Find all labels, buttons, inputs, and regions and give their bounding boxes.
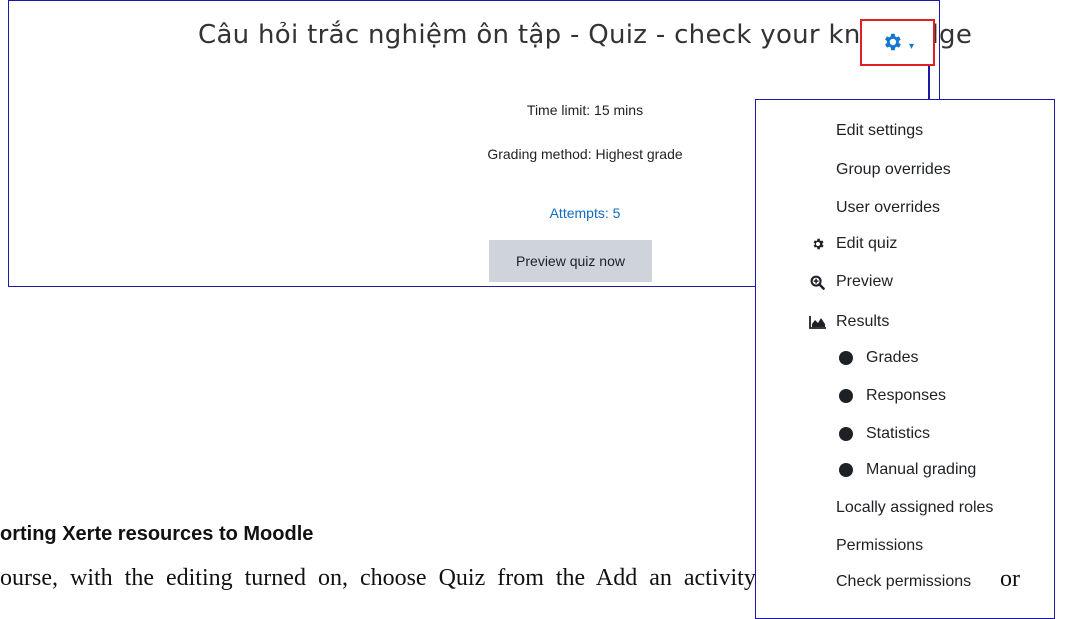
attempts-link[interactable]: Attempts: 5 [550, 205, 621, 221]
menu-item-edit-settings[interactable]: Edit settings [756, 116, 1056, 146]
body-paragraph-overflow: or [1000, 566, 1020, 592]
menu-item-group-overrides[interactable]: Group overrides [756, 155, 1056, 185]
menu-item-permissions[interactable]: Permissions [756, 531, 1056, 561]
bullet-icon [839, 389, 853, 403]
menu-item-label: Edit quiz [836, 235, 898, 252]
time-limit: Time limit: 15 mins [526, 102, 644, 118]
quiz-title: Câu hỏi trắc nghiệm ôn tập - Quiz - chec… [198, 20, 973, 50]
menu-item-label: Permissions [836, 537, 924, 554]
bullet-icon [839, 463, 853, 477]
menu-item-user-overrides[interactable]: User overrides [756, 193, 1056, 223]
menu-item-label: Check permissions [836, 573, 972, 590]
area-chart-icon [809, 316, 826, 329]
menu-item-label: Grades [866, 349, 919, 366]
menu-item-label: Group overrides [836, 161, 951, 178]
menu-item-label: Responses [866, 387, 947, 404]
preview-quiz-button[interactable]: Preview quiz now [489, 240, 652, 282]
menu-item-label: Locally assigned roles [836, 499, 994, 516]
menu-item-locally-assigned-roles[interactable]: Locally assigned roles [756, 493, 1056, 523]
menu-item-manual-grading[interactable]: Manual grading [756, 455, 1056, 485]
attempts-wrapper: Attempts: 5 [370, 205, 800, 221]
menu-item-preview[interactable]: Preview [756, 267, 1056, 297]
menu-item-label: Statistics [866, 425, 931, 442]
grading-method: Grading method: Highest grade [487, 146, 683, 162]
chevron-down-icon: ▾ [909, 41, 915, 52]
bullet-icon [839, 351, 853, 365]
menu-item-statistics[interactable]: Statistics [756, 419, 1056, 449]
settings-menu-button[interactable]: ▾ [860, 19, 935, 66]
menu-item-label: User overrides [836, 199, 941, 216]
menu-item-responses[interactable]: Responses [756, 381, 1056, 411]
menu-item-label: Edit settings [836, 122, 924, 139]
menu-item-edit-quiz[interactable]: Edit quiz [756, 229, 1056, 259]
menu-item-label: Manual grading [866, 461, 977, 478]
gear-icon [885, 33, 901, 51]
menu-item-results[interactable]: Results [756, 307, 1056, 337]
settings-dropdown-menu: Edit settings Group overrides User overr… [755, 99, 1055, 619]
section-heading: orting Xerte resources to Moodle [0, 523, 314, 545]
menu-item-grades[interactable]: Grades [756, 343, 1056, 373]
magnify-icon [810, 275, 825, 290]
annotation-connector [928, 66, 930, 100]
body-paragraph: ourse, with the editing turned on, choos… [0, 565, 755, 591]
menu-item-label: Preview [836, 273, 893, 290]
bullet-icon [839, 427, 853, 441]
gear-icon [813, 238, 824, 250]
menu-item-label: Results [836, 313, 890, 330]
